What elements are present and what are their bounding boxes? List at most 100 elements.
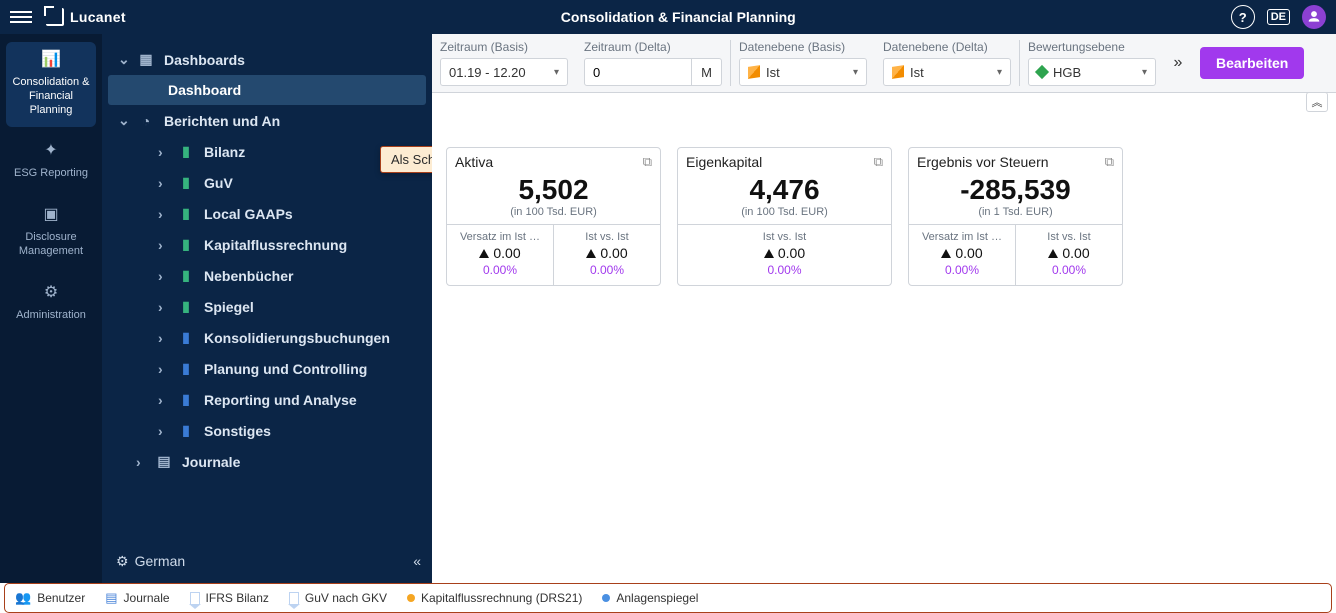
user-icon xyxy=(1307,10,1321,24)
delta-up-icon xyxy=(764,249,774,258)
gear-icon: ⚙ xyxy=(116,553,129,569)
language-badge[interactable]: DE xyxy=(1267,9,1290,25)
tree-node[interactable]: › ▮ Reporting und Analyse xyxy=(102,384,432,415)
status-item[interactable]: GuV nach GKV xyxy=(289,591,387,605)
help-icon[interactable]: ? xyxy=(1231,5,1255,29)
doc-icon: ▣ xyxy=(10,205,92,225)
status-dot-icon xyxy=(602,594,610,602)
bookmark-icon xyxy=(190,592,200,604)
chevron-down-icon: ▾ xyxy=(1142,67,1147,78)
rail-item-admin[interactable]: ⚙ Administration xyxy=(6,275,96,333)
top-right: ? DE xyxy=(1231,5,1326,29)
chevron-right-icon: › xyxy=(136,454,146,470)
folder-icon: ▮ xyxy=(178,298,194,315)
cube-icon xyxy=(892,65,904,79)
nav-rail: 📊 Consolidation & Financial Planning ✦ E… xyxy=(0,34,102,583)
edit-button[interactable]: Bearbeiten xyxy=(1200,47,1304,79)
tree-node[interactable]: › ▮ Kapitalflussrechnung xyxy=(102,229,432,260)
delta-up-icon xyxy=(586,249,596,258)
filter-layer-basis: Datenebene (Basis) Ist▾ xyxy=(730,40,875,86)
popout-icon[interactable]: ⧉ xyxy=(643,154,652,170)
chevron-right-icon: › xyxy=(158,392,168,408)
gear-icon: ⚙ xyxy=(10,283,92,303)
tree-node[interactable]: › ▮ Sonstiges xyxy=(102,415,432,446)
layer-basis-select[interactable]: Ist▾ xyxy=(739,58,867,86)
nav-tree: ⌄ ▦ Dashboards Dashboard ⌄ ◔ Berichten u… xyxy=(102,34,432,583)
kpi-value: 4,476 xyxy=(678,174,891,206)
brand-logo-icon xyxy=(46,8,64,26)
tree-node-reports[interactable]: ⌄ ◔ Berichten und An xyxy=(102,105,432,136)
chevron-right-icon: › xyxy=(158,206,168,222)
chevron-right-icon: › xyxy=(158,144,168,160)
valuation-select[interactable]: HGB▾ xyxy=(1028,58,1156,86)
delta-up-icon xyxy=(479,249,489,258)
kpi-value: 5,502 xyxy=(447,174,660,206)
tree-node-dashboards[interactable]: ⌄ ▦ Dashboards xyxy=(102,44,432,75)
status-item[interactable]: ▤Journale xyxy=(105,590,169,606)
folder-icon: ▮ xyxy=(178,329,194,346)
status-item[interactable]: 👥Benutzer xyxy=(15,590,85,606)
top-bar: Lucanet Consolidation & Financial Planni… xyxy=(0,0,1336,34)
kpi-metric: Versatz im Ist … 0.00 0.00% xyxy=(447,225,553,285)
rail-item-disclosure[interactable]: ▣ Disclosure Management xyxy=(6,197,96,269)
bookmark-icon xyxy=(289,592,299,604)
collapse-icon[interactable]: « xyxy=(413,553,418,569)
filter-period-basis: Zeitraum (Basis) 01.19 - 12.20▾ xyxy=(440,40,576,86)
kpi-unit: (in 1 Tsd. EUR) xyxy=(909,206,1122,218)
period-delta-input[interactable] xyxy=(584,58,692,86)
chevron-down-icon: ▾ xyxy=(853,67,858,78)
tree-node-dashboard[interactable]: Dashboard xyxy=(108,75,426,105)
quick-access-tooltip: Als Schnellzugriff hinzufügen xyxy=(380,146,432,173)
tree-node[interactable]: › ▮ Spiegel xyxy=(102,291,432,322)
journal-icon: ▤ xyxy=(156,453,172,470)
brand: Lucanet xyxy=(46,8,126,26)
layer-delta-select[interactable]: Ist▾ xyxy=(883,58,1011,86)
kpi-unit: (in 100 Tsd. EUR) xyxy=(447,206,660,218)
chevron-right-icon: › xyxy=(158,361,168,377)
chevron-right-icon: › xyxy=(158,237,168,253)
chevron-right-icon: › xyxy=(158,423,168,439)
kpi-metric: Ist vs. Ist 0.00 0.00% xyxy=(678,225,891,285)
folder-icon: ▮ xyxy=(178,391,194,408)
page-title: Consolidation & Financial Planning xyxy=(140,9,1217,25)
chevron-right-icon: › xyxy=(158,268,168,284)
collapse-up-icon[interactable]: ︽ xyxy=(1306,92,1328,112)
avatar[interactable] xyxy=(1302,5,1326,29)
kpi-title: Aktiva xyxy=(455,154,493,170)
status-item[interactable]: IFRS Bilanz xyxy=(190,591,269,605)
folder-icon: ▮ xyxy=(178,174,194,191)
language-switcher[interactable]: ⚙German xyxy=(116,553,185,570)
kpi-card: Ergebnis vor Steuern ⧉ -285,539 (in 1 Ts… xyxy=(908,147,1123,286)
popout-icon[interactable]: ⧉ xyxy=(1105,154,1114,170)
menu-icon[interactable] xyxy=(10,11,32,23)
kpi-metric: Versatz im Ist … 0.00 0.00% xyxy=(909,225,1015,285)
popout-icon[interactable]: ⧉ xyxy=(874,154,883,170)
tree-node-journals[interactable]: › ▤ Journale xyxy=(102,446,432,477)
tree-node[interactable]: › ▮ Konsolidierungsbuchungen xyxy=(102,322,432,353)
chevron-down-icon: ▾ xyxy=(997,67,1002,78)
rail-item-esg[interactable]: ✦ ESG Reporting xyxy=(6,133,96,191)
status-item[interactable]: Kapitalflussrechnung (DRS21) xyxy=(407,591,582,605)
folder-icon: ▮ xyxy=(178,360,194,377)
tree-node[interactable]: › ▮ Planung und Controlling xyxy=(102,353,432,384)
status-item[interactable]: Anlagenspiegel xyxy=(602,591,698,605)
tree-footer: ⚙German « xyxy=(102,539,432,583)
kpi-value: -285,539 xyxy=(909,174,1122,206)
folder-icon: ▮ xyxy=(178,422,194,439)
kpi-title: Eigenkapital xyxy=(686,154,762,170)
status-dot-icon xyxy=(407,594,415,602)
users-icon: 👥 xyxy=(15,590,31,606)
chevron-right-icon: › xyxy=(158,175,168,191)
more-filters-icon[interactable]: » xyxy=(1164,54,1192,72)
tree-node[interactable]: › ▮ Local GAAPs xyxy=(102,198,432,229)
tree-node[interactable]: › ▮ Nebenbücher xyxy=(102,260,432,291)
period-basis-select[interactable]: 01.19 - 12.20▾ xyxy=(440,58,568,86)
kpi-cards: Aktiva ⧉ 5,502 (in 100 Tsd. EUR) Versatz… xyxy=(432,93,1336,300)
rail-item-consolidation[interactable]: 📊 Consolidation & Financial Planning xyxy=(6,42,96,127)
chevron-down-icon: ⌄ xyxy=(118,51,128,68)
filter-layer-delta: Datenebene (Delta) Ist▾ xyxy=(875,40,1019,86)
period-delta-unit[interactable]: M xyxy=(692,58,722,86)
delta-up-icon xyxy=(941,249,951,258)
chevron-right-icon: › xyxy=(158,330,168,346)
clock-icon: ◔ xyxy=(138,113,154,129)
